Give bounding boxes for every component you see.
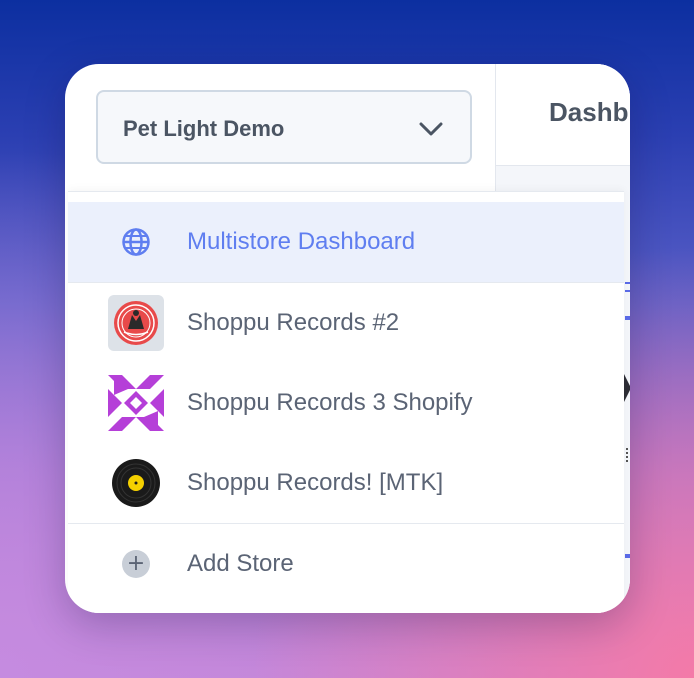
menu-item-label: Shoppu Records! [MTK]: [187, 469, 444, 496]
content-fragment: [625, 554, 630, 558]
menu-item-multistore-dashboard[interactable]: Multistore Dashboard: [68, 202, 624, 282]
app-window: Dashb Pet Light Demo Multistore Dashboar…: [65, 64, 630, 613]
store-dropdown-menu: Multistore Dashboard Shoppu Records #2 S…: [68, 191, 624, 613]
page-title: Dashb: [549, 97, 629, 127]
shoppu-records-2-logo: [108, 295, 164, 351]
add-store-label: Add Store: [187, 550, 294, 577]
menu-item-shoppu-records-mtk[interactable]: Shoppu Records! [MTK]: [68, 443, 624, 523]
menu-item-shoppu-records-3-shopify[interactable]: Shoppu Records 3 Shopify: [68, 363, 624, 443]
content-fragment: [626, 448, 630, 462]
chevron-down-icon: [419, 122, 443, 136]
store-selector[interactable]: Pet Light Demo: [96, 90, 472, 164]
content-fragment: [625, 316, 630, 320]
main-header: Dashb: [496, 64, 630, 166]
menu-item-label: Multistore Dashboard: [187, 228, 416, 255]
selected-store-label: Pet Light Demo: [123, 116, 285, 141]
menu-item-label: Shoppu Records #2: [187, 309, 400, 336]
plus-circle-icon: +: [108, 536, 164, 592]
globe-icon: [108, 214, 164, 270]
add-store-button[interactable]: + Add Store: [68, 524, 624, 604]
shoppu-records-3-logo: [108, 375, 164, 431]
menu-item-label: Shoppu Records 3 Shopify: [187, 389, 473, 416]
content-fragment: [625, 282, 630, 284]
content-fragment: [625, 290, 630, 292]
content-fragment: [624, 374, 630, 402]
vinyl-record-icon: [108, 455, 164, 511]
menu-item-shoppu-records-2[interactable]: Shoppu Records #2: [68, 283, 624, 363]
